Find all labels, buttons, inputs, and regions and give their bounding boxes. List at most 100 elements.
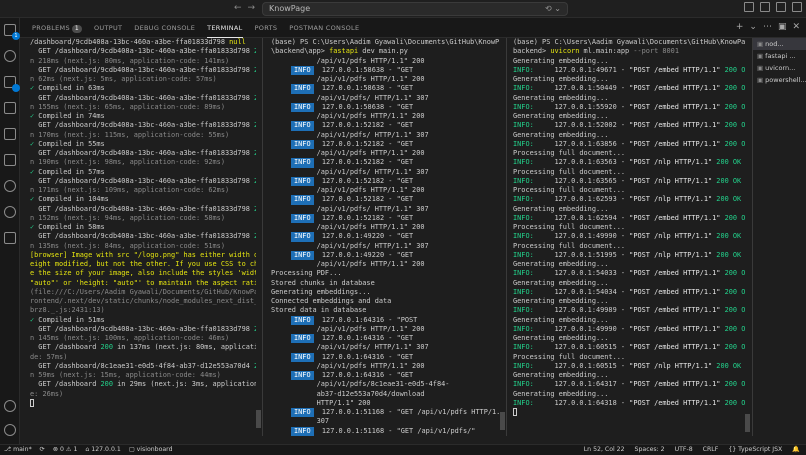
search-icon[interactable] xyxy=(4,50,16,62)
terminal-text: 127.0.0.1:58638 - "GET xyxy=(313,102,414,111)
terminal-divider[interactable] xyxy=(262,38,263,436)
terminal-line: n 170ms (next.js: 115ms, application-cod… xyxy=(30,131,256,140)
terminal-text: "POST /embed HTTP/1.1" xyxy=(629,287,725,296)
terminal-line: ✓ Compiled in 104ms xyxy=(30,195,256,204)
terminal-line: INFO 127.0.0.1:52182 - "GET xyxy=(271,139,499,149)
new-terminal-icon[interactable]: + xyxy=(736,22,744,32)
title-bar: ← → KnowPage ⟲ ⌄ xyxy=(0,0,806,18)
terminal-line: GET /dashboard 200 in 137ms (next.js: 80… xyxy=(30,343,256,352)
terminal-line: INFO 127.0.0.1:64316 - "GET xyxy=(271,371,499,381)
terminal-divider[interactable] xyxy=(506,38,507,436)
layout-controls xyxy=(744,2,802,12)
explorer-icon[interactable]: 1 xyxy=(4,24,20,40)
terminal-scrollbar[interactable] xyxy=(745,414,750,432)
dropdown-chevron-icon[interactable]: ⌄ xyxy=(749,22,757,32)
settings-gear-icon[interactable] xyxy=(4,424,16,436)
copilot-icon[interactable]: ⟲ ⌄ xyxy=(545,3,561,15)
terminal-uvicorn[interactable]: (base) PS C:\Users\Aadim Gyawali\Documen… xyxy=(513,38,745,436)
terminal-text: Generating embedding... xyxy=(513,75,609,83)
log-level-label: INFO: xyxy=(513,84,534,93)
terminal-nextjs[interactable]: /dashboard/9cdb408a-13bc-460a-a3be-ffa01… xyxy=(30,38,256,436)
maximize-panel-icon[interactable]: ▣ xyxy=(778,22,787,32)
terminal-line: HTTP/1.1" 200 xyxy=(271,399,499,408)
terminal-text: Generating embedding... xyxy=(513,130,609,139)
tab-ports[interactable]: PORTS xyxy=(255,18,278,38)
tab-problems[interactable]: PROBLEMS 1 xyxy=(32,18,82,38)
host-indicator[interactable]: ⌂ 127.0.0.1 xyxy=(85,445,120,455)
back-arrow-icon[interactable]: ← xyxy=(234,3,242,13)
command-center-search[interactable]: KnowPage ⟲ ⌄ xyxy=(262,2,568,16)
indentation[interactable]: Spaces: 2 xyxy=(635,445,665,455)
source-control-icon[interactable] xyxy=(4,76,20,92)
terminal-line: (file:///C:/Users/Aadim Gyawali/Document… xyxy=(30,288,256,297)
toggle-panel-icon[interactable] xyxy=(760,2,770,12)
terminal-text: GET /dashboard/9cdb408a-13bc-460a-a3be-f… xyxy=(30,93,255,102)
session-uvicorn[interactable]: ▣ uvicorn... xyxy=(753,62,806,74)
panel-actions: + ⌄ ⋯ ▣ ✕ xyxy=(736,22,800,32)
terminal-text: Compiled in 57ms xyxy=(34,167,105,176)
status-code: 200 OK xyxy=(724,287,745,296)
session-node[interactable]: ▣ nod... xyxy=(753,38,806,50)
session-powershell[interactable]: ▣ powershell... xyxy=(753,74,806,86)
run-debug-icon[interactable] xyxy=(4,102,16,114)
terminal-text: 127.0.0.1:62594 - xyxy=(533,213,630,222)
status-code: null xyxy=(229,38,246,46)
session-fastapi[interactable]: ▣ fastapi ... xyxy=(753,50,806,62)
status-code: 200 OK xyxy=(716,361,742,370)
log-level-badge: INFO xyxy=(291,195,314,205)
terminal-line: brz8._.js:2431:13) xyxy=(30,306,256,315)
tab-terminal[interactable]: TERMINAL xyxy=(207,18,243,38)
account-icon[interactable] xyxy=(4,400,16,412)
terminal-cursor xyxy=(30,398,34,407)
project-indicator[interactable]: ▢ visionboard xyxy=(129,445,173,455)
terminal-scrollbar[interactable] xyxy=(256,410,261,428)
terminal-line: INFO: 127.0.0.1:63856 - "POST /embed HTT… xyxy=(513,140,745,149)
status-code: 200 xyxy=(254,205,256,213)
docker-icon[interactable] xyxy=(4,232,16,244)
terminal-fastapi[interactable]: (base) PS C:\Users\Aadim Gyawali\Documen… xyxy=(271,38,499,436)
close-panel-icon[interactable]: ✕ xyxy=(792,22,800,32)
line-ending[interactable]: CRLF xyxy=(703,445,719,455)
terminal-line: ✓ Compiled in 63ms xyxy=(30,84,256,93)
forward-arrow-icon[interactable]: → xyxy=(248,3,256,13)
cursor-position[interactable]: Ln 52, Col 22 xyxy=(584,445,625,455)
customize-layout-icon[interactable] xyxy=(792,2,802,12)
postman-icon[interactable] xyxy=(4,180,16,192)
terminal-icon: ▣ xyxy=(757,52,764,60)
tab-postman-console[interactable]: POSTMAN CONSOLE xyxy=(289,18,359,38)
terminal-text: Generating embedding... xyxy=(513,278,609,287)
terminal-text: Compiled in 51ms xyxy=(34,315,105,324)
terminal-text: 127.0.0.1:62593 - xyxy=(533,195,630,204)
terminal-line: INFO 127.0.0.1:49220 - "GET xyxy=(271,250,499,260)
status-code: 200 OK xyxy=(724,139,745,148)
terminal-icon: ▣ xyxy=(757,76,764,84)
terminal-line: /api/v1/pdfs HTTP/1.1" 200 xyxy=(271,186,499,195)
terminal-text: 127.0.0.1:64316 - "GET xyxy=(313,352,414,361)
extensions-icon[interactable] xyxy=(4,128,16,140)
toggle-sidebar-icon[interactable] xyxy=(744,2,754,12)
encoding[interactable]: UTF-8 xyxy=(675,445,693,455)
notifications-bell-icon[interactable]: 🔔 xyxy=(792,445,800,455)
status-code: 200 OK xyxy=(716,232,742,241)
terminal-text: [browser] Image with src "/logo.png" has… xyxy=(30,250,256,259)
terminal-text: "POST /embed HTTP/1.1" xyxy=(629,84,725,93)
more-actions-icon[interactable]: ⋯ xyxy=(763,22,772,32)
language-mode[interactable]: {} TypeScript JSX xyxy=(728,445,782,455)
terminal-scrollbar[interactable] xyxy=(500,412,505,430)
tab-output[interactable]: OUTPUT xyxy=(94,18,122,38)
mongodb-icon[interactable] xyxy=(4,206,16,218)
terminal-text: GET /dashboard/9cdb408a-13bc-460a-a3be-f… xyxy=(30,176,255,185)
branch-indicator[interactable]: ⎇ main* xyxy=(4,445,32,455)
terminal-text: "POST /embed HTTP/1.1" xyxy=(629,380,725,389)
sync-icon[interactable]: ⟳ xyxy=(40,445,45,455)
terminal-text: "POST /embed HTTP/1.1" xyxy=(629,269,725,278)
terminal-text: Generating embeddings... xyxy=(271,287,371,296)
database-icon[interactable] xyxy=(4,154,16,166)
terminal-text: Compiled in 58ms xyxy=(34,223,105,231)
session-label: fastapi ... xyxy=(765,52,796,60)
problems-indicator[interactable]: ⊗ 0 ⚠ 1 xyxy=(53,445,78,455)
status-code: 200 xyxy=(254,325,256,333)
terminal-line: backend> uvicorn ml.main:app --port 8001 xyxy=(513,47,745,56)
tab-debug-console[interactable]: DEBUG CONSOLE xyxy=(134,18,195,38)
toggle-secondary-sidebar-icon[interactable] xyxy=(776,2,786,12)
